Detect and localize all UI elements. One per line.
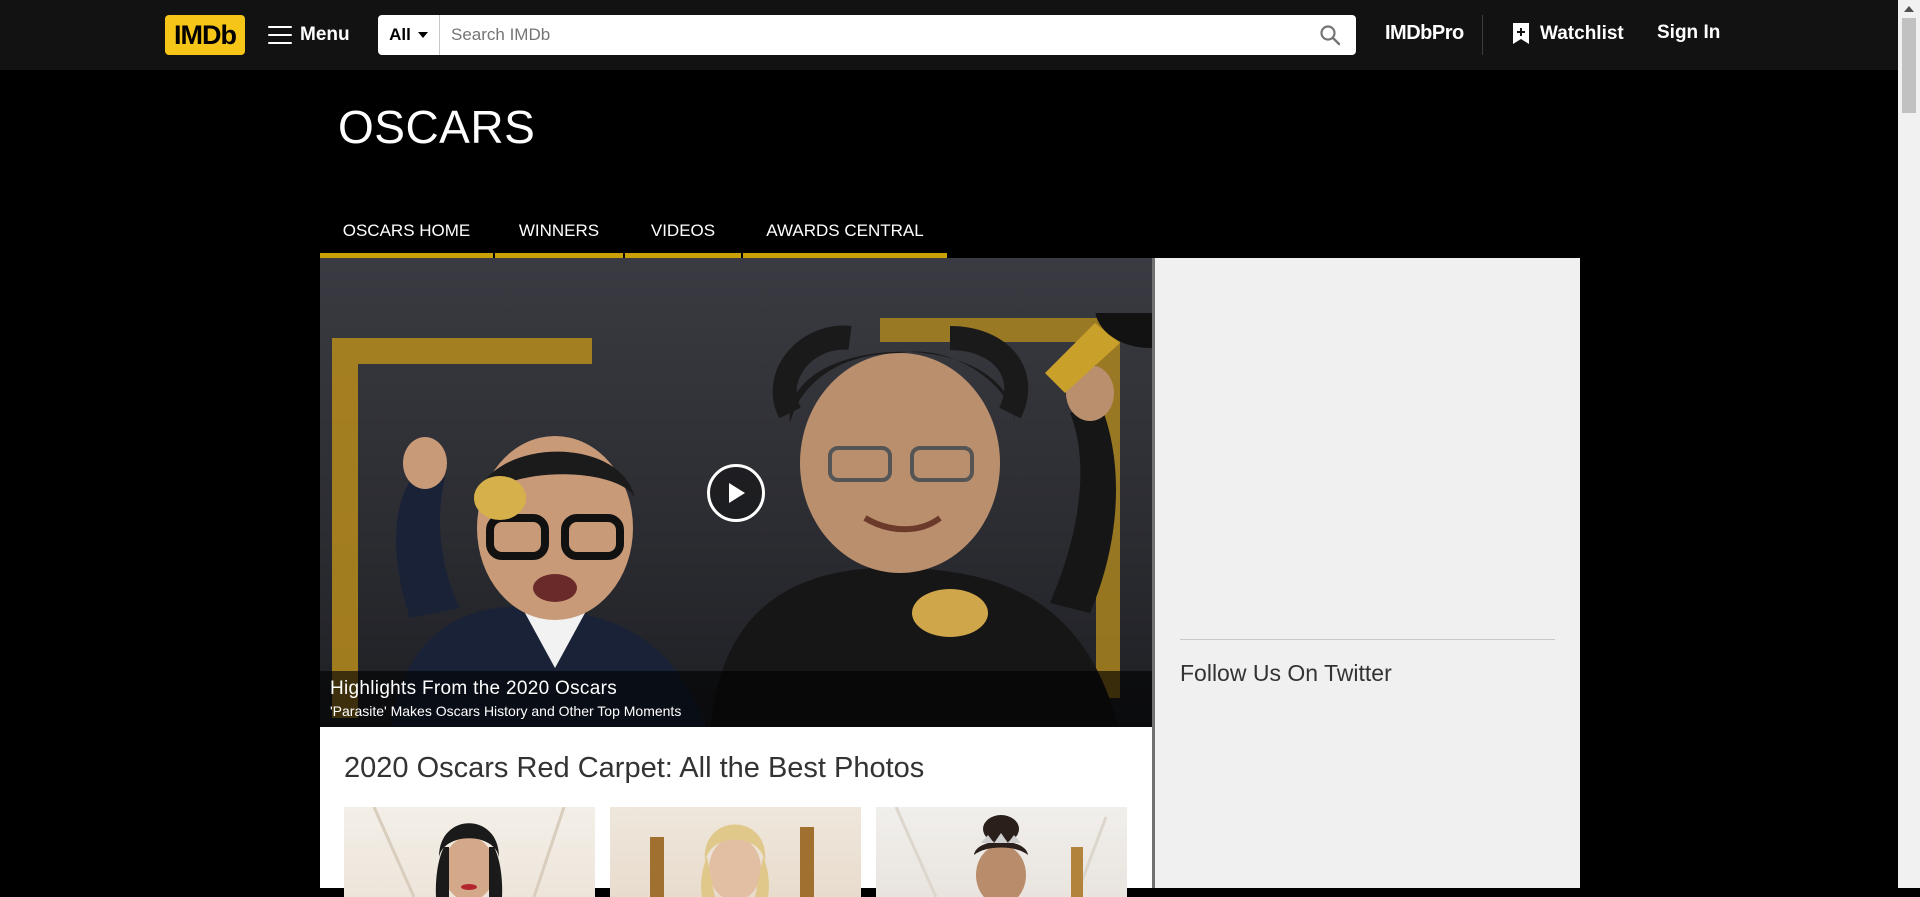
hero-video[interactable]: Highlights From the 2020 Oscars 'Parasit… — [320, 258, 1152, 727]
imdb-logo[interactable]: IMDb — [165, 15, 245, 55]
search-category-label: All — [389, 25, 411, 44]
top-navbar: IMDb Menu All IMDbPro Watchlist Sign In — [0, 0, 1898, 70]
search-input[interactable] — [440, 15, 1304, 55]
play-button[interactable] — [707, 464, 765, 522]
caret-down-icon — [417, 32, 428, 38]
gallery-section: 2020 Oscars Red Carpet: All the Best Pho… — [320, 727, 1152, 897]
search-category-dropdown[interactable]: All — [378, 15, 440, 55]
tab-oscars-home[interactable]: OSCARS HOME — [320, 208, 493, 258]
hero-subtitle: 'Parasite' Makes Oscars History and Othe… — [330, 703, 682, 719]
hero-title: Highlights From the 2020 Oscars — [330, 678, 618, 699]
gallery-thumbnail[interactable] — [876, 807, 1127, 897]
sidebar-divider — [1180, 639, 1555, 640]
gallery-thumbnail[interactable] — [344, 807, 595, 897]
page-title: OSCARS — [338, 101, 536, 153]
gallery-title[interactable]: 2020 Oscars Red Carpet: All the Best Pho… — [344, 752, 924, 785]
menu-label: Menu — [300, 24, 350, 45]
tab-awards-central[interactable]: AWARDS CENTRAL — [743, 208, 947, 258]
play-icon — [729, 483, 745, 503]
watchlist-button[interactable]: Watchlist — [1512, 22, 1624, 45]
search-button[interactable] — [1304, 15, 1356, 55]
red-carpet-photo — [894, 807, 1108, 897]
search-bar: All — [378, 15, 1356, 55]
sign-in-button[interactable]: Sign In — [1657, 22, 1720, 44]
hero-caption[interactable]: Highlights From the 2020 Oscars 'Parasit… — [320, 671, 1152, 727]
tab-videos[interactable]: VIDEOS — [625, 208, 741, 258]
hamburger-icon — [268, 26, 292, 44]
red-carpet-photo — [650, 824, 814, 897]
scrollbar-thumb[interactable] — [1902, 18, 1916, 113]
twitter-section-title: Follow Us On Twitter — [1180, 660, 1392, 686]
right-sidebar: Follow Us On Twitter — [1155, 258, 1580, 888]
search-icon — [1320, 25, 1341, 46]
bookmark-plus-icon — [1513, 23, 1529, 44]
red-carpet-photo — [372, 807, 566, 897]
gallery-thumbnail[interactable] — [610, 807, 861, 897]
scroll-up-arrow-icon[interactable] — [1898, 0, 1920, 17]
watchlist-label: Watchlist — [1540, 22, 1624, 44]
oscars-tabs: OSCARS HOME WINNERS VIDEOS AWARDS CENTRA… — [320, 208, 949, 258]
vertical-scrollbar[interactable] — [1898, 0, 1920, 888]
menu-button[interactable]: Menu — [268, 20, 350, 50]
imdbpro-link[interactable]: IMDbPro — [1385, 22, 1464, 45]
tab-winners[interactable]: WINNERS — [495, 208, 623, 258]
nav-divider — [1482, 15, 1483, 55]
